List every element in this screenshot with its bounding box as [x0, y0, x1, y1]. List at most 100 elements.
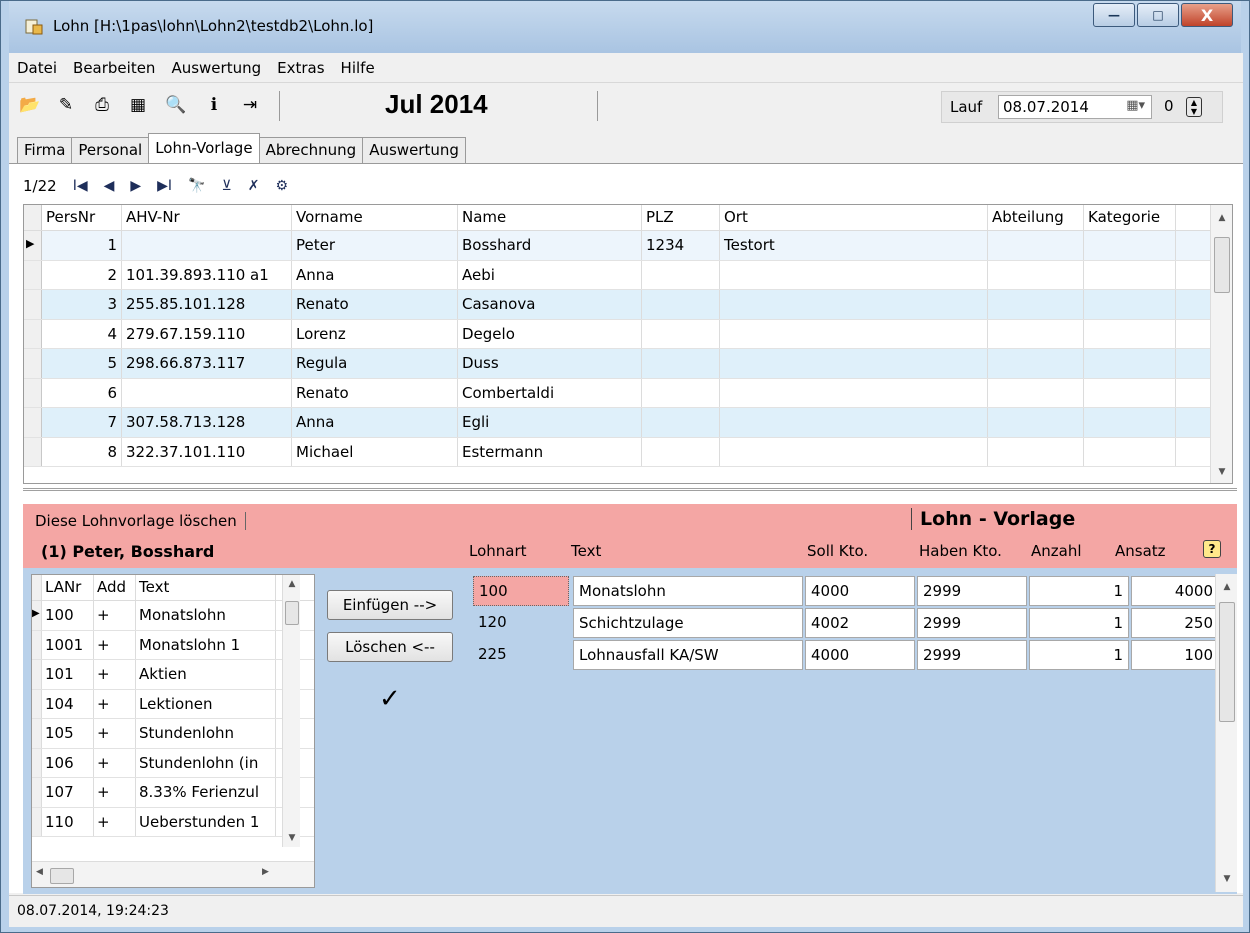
scroll-thumb[interactable]: [1214, 237, 1230, 293]
menu-auswertung[interactable]: Auswertung: [171, 59, 261, 77]
cell-vorname[interactable]: Anna: [292, 260, 458, 289]
cell-lohnart[interactable]: 120: [473, 608, 569, 638]
filter-icon[interactable]: ⊻: [222, 178, 232, 194]
table-row[interactable]: 5 298.66.873.117 Regula Duss: [24, 349, 1232, 379]
cell-text[interactable]: Aktien: [136, 660, 276, 689]
cell-name[interactable]: Aebi: [458, 260, 642, 289]
open-folder-icon[interactable]: 📂: [19, 95, 41, 115]
scroll-right-icon[interactable]: ▶: [262, 867, 269, 877]
first-record-icon[interactable]: I◀: [73, 178, 88, 194]
cell-text[interactable]: Schichtzulage: [573, 608, 803, 638]
cell-ort[interactable]: [720, 408, 988, 437]
menu-hilfe[interactable]: Hilfe: [341, 59, 375, 77]
vorlage-row[interactable]: 100 Monatslohn 4000 2999 1 4000: [467, 576, 1223, 606]
cell-ahvnr[interactable]: 279.67.159.110: [122, 319, 292, 348]
cell-haben[interactable]: 2999: [917, 608, 1027, 638]
cell-anzahl[interactable]: 1: [1029, 640, 1129, 670]
cell-plz[interactable]: [642, 349, 720, 378]
cell-kategorie[interactable]: [1084, 319, 1176, 348]
cell-haben[interactable]: 2999: [917, 576, 1027, 606]
cell-soll[interactable]: 4002: [805, 608, 915, 638]
hscroll-thumb[interactable]: [50, 868, 74, 884]
cell-ansatz[interactable]: 250: [1131, 608, 1219, 638]
cell-ahvnr[interactable]: 322.37.101.110: [122, 437, 292, 466]
cell-text[interactable]: Monatslohn: [136, 601, 276, 630]
cell-name[interactable]: Duss: [458, 349, 642, 378]
cell-add[interactable]: +: [94, 601, 136, 630]
row-indicator[interactable]: [32, 630, 42, 659]
find-binoculars-icon[interactable]: 🔭: [188, 178, 205, 194]
table-row[interactable]: 6 Renato Combertaldi: [24, 378, 1232, 408]
cell-persnr[interactable]: 3: [42, 290, 122, 319]
col-ahvnr[interactable]: AHV-Nr: [122, 205, 292, 230]
col-kategorie[interactable]: Kategorie: [1084, 205, 1176, 230]
cell-plz[interactable]: 1234: [642, 231, 720, 260]
scroll-down-icon[interactable]: ▼: [1211, 467, 1232, 477]
calculator-icon[interactable]: ▦: [127, 95, 149, 115]
cell-persnr[interactable]: 6: [42, 378, 122, 407]
cell-vorname[interactable]: Renato: [292, 290, 458, 319]
cell-plz[interactable]: [642, 408, 720, 437]
col-persnr[interactable]: PersNr: [42, 205, 122, 230]
cell-kategorie[interactable]: [1084, 378, 1176, 407]
minimize-button[interactable]: —: [1093, 3, 1135, 27]
table-row[interactable]: 8 322.37.101.110 Michael Estermann: [24, 437, 1232, 467]
list-item[interactable]: 1001 + Monatslohn 1: [32, 630, 314, 660]
info-icon[interactable]: ℹ: [203, 95, 225, 115]
cell-vorname[interactable]: Anna: [292, 408, 458, 437]
delete-doc-icon[interactable]: ✎: [55, 95, 77, 115]
cell-ort[interactable]: [720, 260, 988, 289]
cell-persnr[interactable]: 2: [42, 260, 122, 289]
row-indicator[interactable]: [24, 378, 42, 407]
cell-add[interactable]: +: [94, 807, 136, 836]
cell-name[interactable]: Combertaldi: [458, 378, 642, 407]
cell-name[interactable]: Egli: [458, 408, 642, 437]
scroll-up-icon[interactable]: ▲: [1216, 582, 1238, 592]
table-row[interactable]: ▶ 1 Peter Bosshard 1234 Testort: [24, 231, 1232, 261]
cell-vorname[interactable]: Regula: [292, 349, 458, 378]
menu-extras[interactable]: Extras: [277, 59, 324, 77]
table-row[interactable]: 3 255.85.101.128 Renato Casanova: [24, 290, 1232, 320]
col-ort[interactable]: Ort: [720, 205, 988, 230]
cell-lanr[interactable]: 100: [42, 601, 94, 630]
person-grid-scrollbar[interactable]: ▲ ▼: [1210, 205, 1232, 483]
cell-abteilung[interactable]: [988, 408, 1084, 437]
last-record-icon[interactable]: ▶I: [157, 178, 172, 194]
row-indicator[interactable]: [24, 319, 42, 348]
cell-lanr[interactable]: 106: [42, 748, 94, 777]
cell-plz[interactable]: [642, 437, 720, 466]
cell-abteilung[interactable]: [988, 260, 1084, 289]
cell-ort[interactable]: [720, 349, 988, 378]
print-icon[interactable]: ⎙: [91, 95, 113, 115]
cell-ort[interactable]: [720, 319, 988, 348]
cell-abteilung[interactable]: [988, 231, 1084, 260]
cell-lohnart[interactable]: 225: [473, 640, 569, 670]
tab-abrechnung[interactable]: Abrechnung: [258, 137, 364, 163]
cell-plz[interactable]: [642, 260, 720, 289]
tab-lohn-vorlage[interactable]: Lohn-Vorlage: [148, 133, 260, 163]
search-icon[interactable]: 🔍: [165, 95, 187, 115]
cell-vorname[interactable]: Peter: [292, 231, 458, 260]
cell-kategorie[interactable]: [1084, 408, 1176, 437]
row-indicator[interactable]: [32, 778, 42, 807]
current-row-indicator[interactable]: ▶: [24, 231, 42, 260]
cell-vorname[interactable]: Lorenz: [292, 319, 458, 348]
current-row-indicator[interactable]: ▶: [32, 601, 42, 630]
row-indicator[interactable]: [24, 408, 42, 437]
cell-name[interactable]: Estermann: [458, 437, 642, 466]
cell-ahvnr[interactable]: 255.85.101.128: [122, 290, 292, 319]
lohnart-scrollbar[interactable]: ▲ ▼: [282, 575, 300, 847]
cell-text[interactable]: Stundenlohn (in: [136, 748, 276, 777]
scroll-up-icon[interactable]: ▲: [283, 579, 301, 589]
cell-text[interactable]: Monatslohn 1: [136, 630, 276, 659]
cell-name[interactable]: Bosshard: [458, 231, 642, 260]
exit-icon[interactable]: ⇥: [239, 95, 261, 115]
scroll-down-icon[interactable]: ▼: [1216, 874, 1238, 884]
cell-add[interactable]: +: [94, 689, 136, 718]
cell-add[interactable]: +: [94, 748, 136, 777]
prev-record-icon[interactable]: ◀: [104, 178, 115, 194]
cell-abteilung[interactable]: [988, 378, 1084, 407]
list-item[interactable]: 105 + Stundenlohn: [32, 719, 314, 749]
col-name[interactable]: Name: [458, 205, 642, 230]
lauf-number[interactable]: 0: [1164, 97, 1174, 115]
